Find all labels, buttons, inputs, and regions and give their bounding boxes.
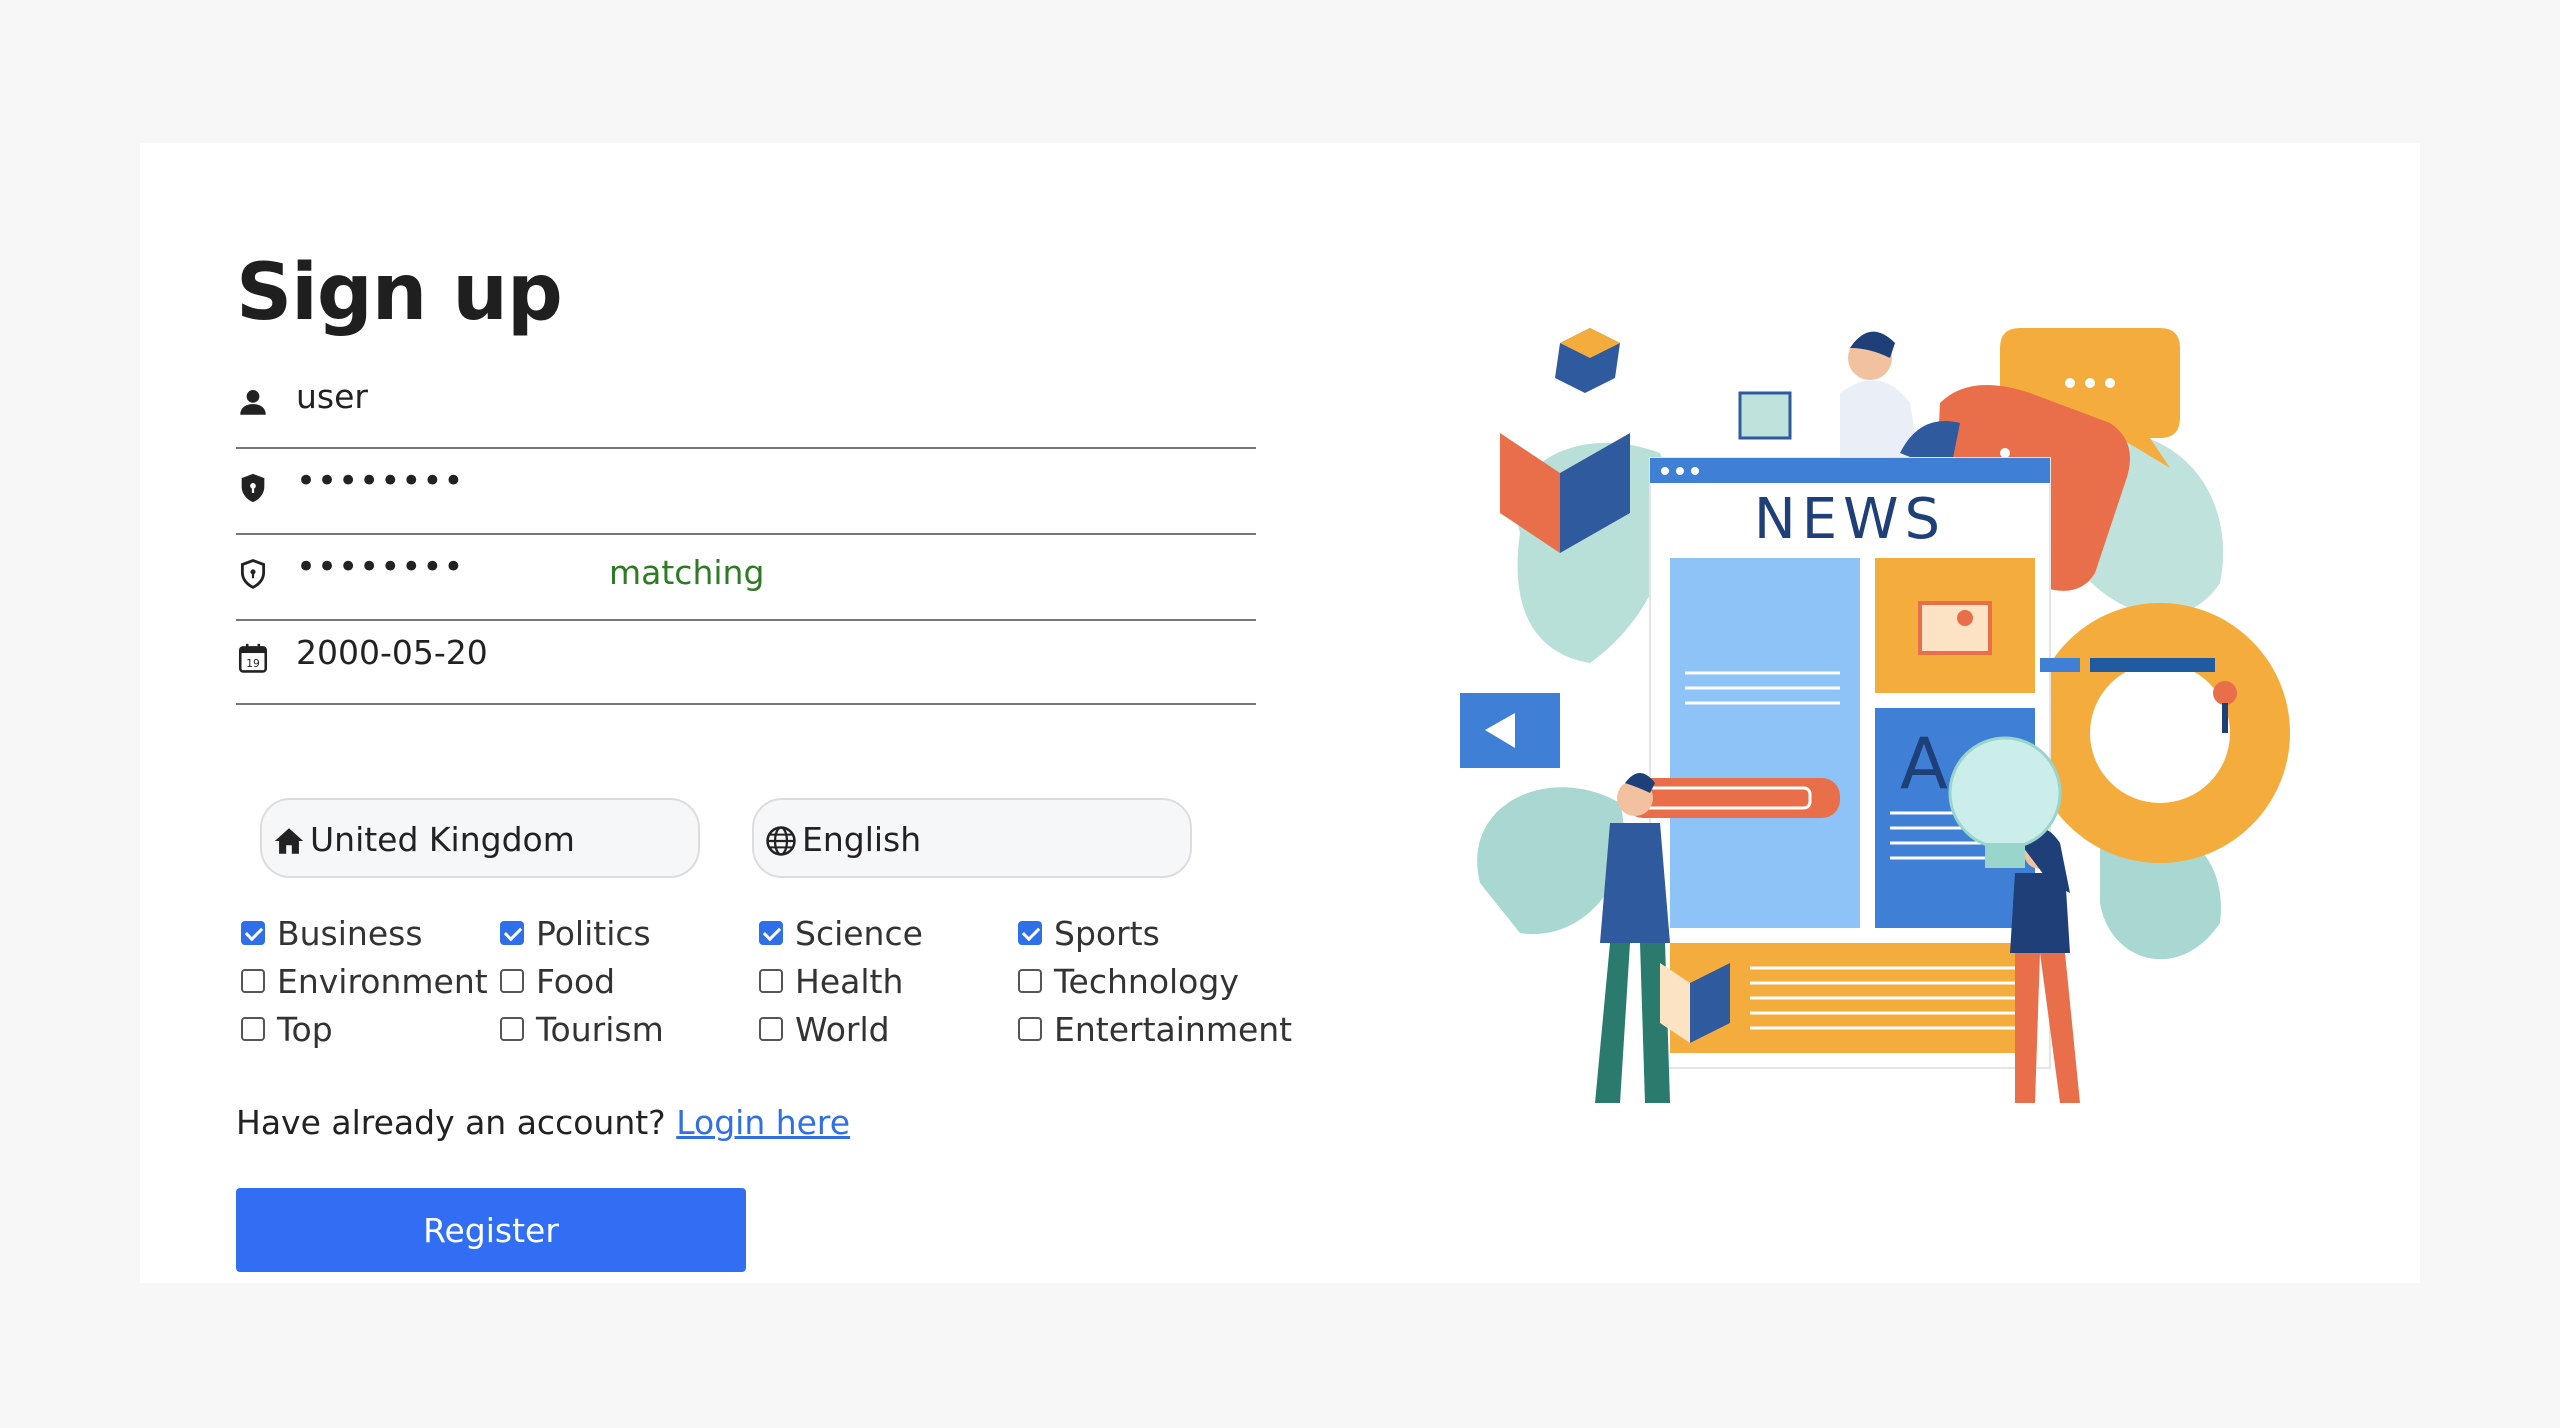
username-value: user bbox=[296, 377, 368, 416]
category-business[interactable]: Business bbox=[241, 913, 423, 953]
category-world[interactable]: World bbox=[759, 1009, 890, 1049]
checkbox[interactable] bbox=[241, 1017, 265, 1041]
category-label: Sports bbox=[1054, 913, 1160, 953]
checkbox[interactable] bbox=[241, 921, 265, 945]
country-select[interactable]: United Kingdom bbox=[260, 798, 700, 878]
page-title: Sign up bbox=[236, 248, 563, 338]
calendar-day: 19 bbox=[246, 657, 260, 670]
category-label: Food bbox=[536, 961, 616, 1001]
category-politics[interactable]: Politics bbox=[500, 913, 651, 953]
category-technology[interactable]: Technology bbox=[1018, 961, 1239, 1001]
password-field[interactable]: •••••••• bbox=[236, 449, 1256, 535]
category-food[interactable]: Food bbox=[500, 961, 615, 1001]
checkbox[interactable] bbox=[500, 969, 524, 993]
category-label: Top bbox=[277, 1009, 333, 1049]
category-environment[interactable]: Environment bbox=[241, 961, 488, 1001]
shield-lock-icon bbox=[241, 473, 265, 503]
news-illustration: NEWS A bbox=[1460, 328, 2290, 1103]
globe-icon bbox=[766, 826, 796, 856]
birthdate-value: 2000-05-20 bbox=[296, 633, 488, 672]
category-label: Environment bbox=[277, 961, 488, 1001]
category-label: Politics bbox=[536, 913, 651, 953]
language-value: English bbox=[802, 820, 922, 859]
password-value: •••••••• bbox=[296, 461, 465, 501]
user-icon bbox=[240, 389, 266, 415]
checkbox[interactable] bbox=[1018, 921, 1042, 945]
login-prompt-line: Have already an account? Login here bbox=[236, 1103, 850, 1142]
category-label: Business bbox=[277, 913, 423, 953]
country-value: United Kingdom bbox=[310, 820, 575, 859]
category-label: Health bbox=[795, 961, 904, 1001]
confirm-password-value: •••••••• bbox=[296, 547, 465, 587]
checkbox[interactable] bbox=[500, 1017, 524, 1041]
home-icon bbox=[274, 828, 304, 854]
username-field[interactable]: user bbox=[236, 363, 1256, 449]
login-prompt: Have already an account? bbox=[236, 1103, 666, 1142]
calendar-icon: 19 bbox=[238, 643, 268, 673]
checkbox[interactable] bbox=[759, 1017, 783, 1041]
category-tourism[interactable]: Tourism bbox=[500, 1009, 664, 1049]
language-select[interactable]: English bbox=[752, 798, 1192, 878]
password-match-status: matching bbox=[609, 553, 765, 592]
letter-a: A bbox=[1900, 723, 1948, 805]
category-entertainment[interactable]: Entertainment bbox=[1018, 1009, 1292, 1049]
shield-outline-icon bbox=[240, 559, 266, 589]
signup-card: Sign up user •••••••• •••••••• matching … bbox=[140, 143, 2420, 1283]
category-health[interactable]: Health bbox=[759, 961, 903, 1001]
category-label: Entertainment bbox=[1054, 1009, 1293, 1049]
category-label: Science bbox=[795, 913, 923, 953]
category-label: Technology bbox=[1054, 961, 1239, 1001]
birthdate-field[interactable]: 19 2000-05-20 bbox=[236, 619, 1256, 705]
news-headline: NEWS bbox=[1754, 487, 1946, 552]
register-button[interactable]: Register bbox=[236, 1188, 746, 1272]
category-science[interactable]: Science bbox=[759, 913, 923, 953]
checkbox[interactable] bbox=[241, 969, 265, 993]
checkbox[interactable] bbox=[759, 969, 783, 993]
category-sports[interactable]: Sports bbox=[1018, 913, 1160, 953]
checkbox[interactable] bbox=[500, 921, 524, 945]
category-label: World bbox=[795, 1009, 890, 1049]
checkbox[interactable] bbox=[1018, 969, 1042, 993]
login-link[interactable]: Login here bbox=[676, 1103, 850, 1142]
checkbox[interactable] bbox=[1018, 1017, 1042, 1041]
category-top[interactable]: Top bbox=[241, 1009, 333, 1049]
category-label: Tourism bbox=[536, 1009, 664, 1049]
checkbox[interactable] bbox=[759, 921, 783, 945]
confirm-password-field[interactable]: •••••••• matching bbox=[236, 535, 1256, 621]
